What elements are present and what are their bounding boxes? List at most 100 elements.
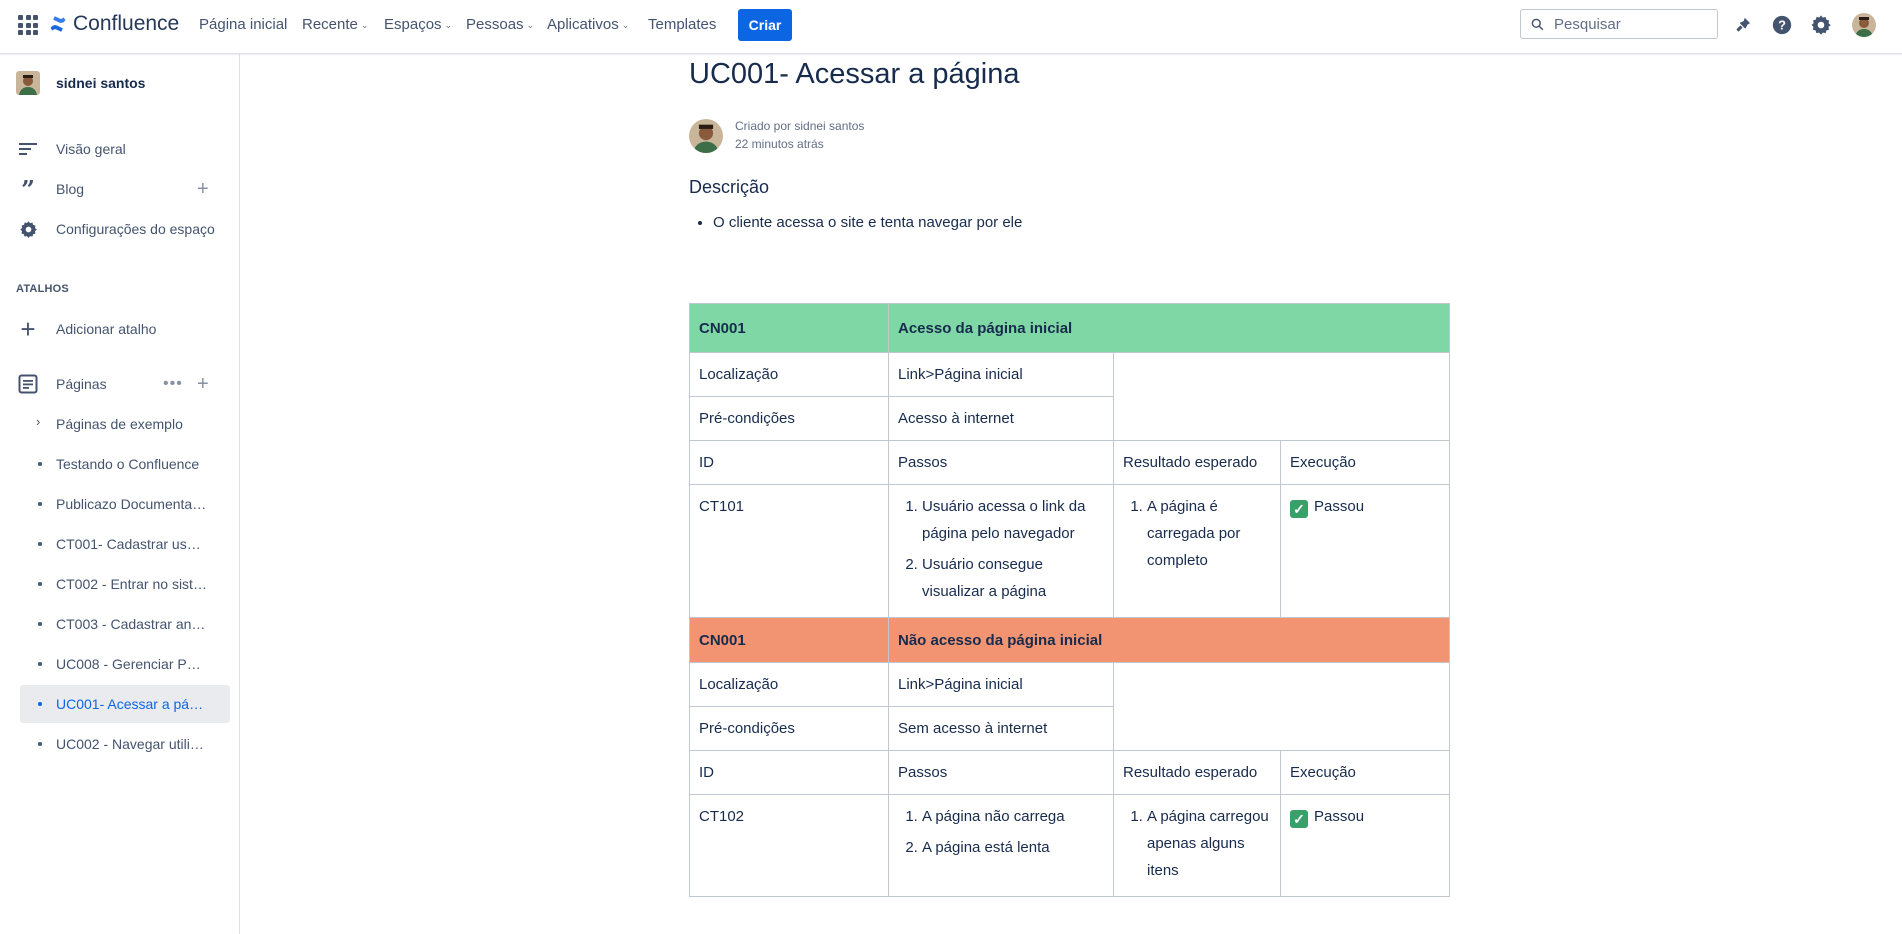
steps-cell: A página não carrega A página está lenta <box>888 794 1114 897</box>
page-tree-item[interactable]: CT001- Cadastrar usuá... <box>20 525 230 563</box>
precondition-label: Pré-condições <box>689 396 889 441</box>
location-value: Link>Página inicial <box>888 352 1114 397</box>
more-actions-icon[interactable]: ••• <box>163 375 183 393</box>
column-header-id: ID <box>689 440 889 485</box>
execution-status: Passou <box>1314 808 1365 825</box>
nav-templates-link[interactable]: Templates <box>648 16 716 33</box>
nav-people-label: Pessoas <box>466 16 524 33</box>
confluence-logo-icon <box>50 16 66 32</box>
app-switcher-icon[interactable] <box>18 15 38 35</box>
location-label: Localização <box>689 352 889 397</box>
nav-spaces-label: Espaços <box>384 16 442 33</box>
page-tree-item[interactable]: Testando o Confluence <box>20 445 230 483</box>
sidebar-item-overview[interactable]: Visão geral <box>0 135 239 163</box>
page-title: UC001- Acessar a página <box>689 58 1020 90</box>
column-header-steps: Passos <box>888 440 1114 485</box>
step-item: A página está lenta <box>922 834 1104 861</box>
create-button[interactable]: Criar <box>738 9 792 41</box>
table-row: ID Passos Resultado esperado Execução <box>689 440 1451 485</box>
sidebar-item-blog[interactable]: ” Blog + <box>0 175 239 204</box>
page-tree-label: Publicazo Documentaç... <box>56 496 208 512</box>
column-header-id: ID <box>689 750 889 795</box>
page-tree-item[interactable]: UC008 - Gerenciar Perfil <box>20 645 230 683</box>
page-tree-item-active[interactable]: UC001- Acessar a pági... <box>20 685 230 723</box>
add-shortcut-button[interactable]: + Adicionar atalho <box>0 314 239 344</box>
check-icon: ✓ <box>1290 500 1308 518</box>
empty-cell <box>1112 352 1451 441</box>
table-row: CT101 Usuário acessa o link da página pe… <box>689 484 1451 618</box>
scenario-header-row: CN001 Acesso da página inicial <box>689 303 1451 353</box>
column-header-expected: Resultado esperado <box>1113 750 1281 795</box>
test-case-table: CN001 Acesso da página inicial Localizaç… <box>689 303 1451 897</box>
expected-item: A página carregou apenas alguns itens <box>1147 803 1271 884</box>
description-item: O cliente acessa o site e tenta navegar … <box>713 214 1022 231</box>
created-time: 22 minutos atrás <box>735 137 824 151</box>
nav-templates-label: Templates <box>648 16 717 33</box>
scenario-header-row: CN001 Não acesso da página inicial <box>689 617 1451 663</box>
execution-cell: ✓ Passou <box>1279 794 1451 897</box>
expected-item: A página é carregada por completo <box>1147 493 1271 574</box>
nav-spaces-menu[interactable]: Espaços ⌄ <box>384 16 452 33</box>
search-box[interactable] <box>1520 9 1718 39</box>
chevron-right-icon[interactable]: › <box>36 414 40 429</box>
space-name: sidnei santos <box>56 75 146 91</box>
expected-cell: A página é carregada por completo <box>1113 484 1281 618</box>
add-shortcut-label: Adicionar atalho <box>56 321 157 337</box>
pages-icon <box>18 374 38 394</box>
page-tree-item[interactable]: › Páginas de exemplo <box>20 405 230 443</box>
bullet-icon <box>38 742 42 746</box>
precondition-value: Acesso à internet <box>888 396 1114 441</box>
confluence-logo[interactable]: Confluence <box>49 12 179 36</box>
add-page-icon[interactable]: + <box>197 373 209 396</box>
nav-home-link[interactable]: Página inicial <box>199 16 287 33</box>
sidebar-item-label: Visão geral <box>56 141 126 157</box>
page-tree-item[interactable]: CT002 - Entrar no siste... <box>20 565 230 603</box>
scenario-code: CN001 <box>689 303 889 353</box>
column-header-expected: Resultado esperado <box>1113 440 1281 485</box>
add-blog-icon[interactable]: + <box>197 178 209 201</box>
avatar[interactable] <box>1852 13 1876 37</box>
case-id: CT102 <box>689 794 889 897</box>
table-row: Localização Link>Página inicial <box>689 352 1451 441</box>
expected-cell: A página carregou apenas alguns itens <box>1113 794 1281 897</box>
location-label: Localização <box>689 662 889 707</box>
help-icon[interactable]: ? <box>1769 12 1795 38</box>
description-list: O cliente acessa o site e tenta navegar … <box>689 214 1022 231</box>
nav-recent-menu[interactable]: Recente ⌄ <box>302 16 368 33</box>
step-item: Usuário acessa o link da página pelo nav… <box>922 493 1104 547</box>
page-tree-label: CT002 - Entrar no siste... <box>56 576 208 592</box>
nav-people-menu[interactable]: Pessoas ⌄ <box>466 16 534 33</box>
page-tree-label: UC008 - Gerenciar Perfil <box>56 656 208 672</box>
nav-recent-label: Recente <box>302 16 358 33</box>
space-header[interactable]: sidnei santos <box>0 66 239 100</box>
space-sidebar: sidnei santos Visão geral ” Blog + Confi… <box>0 54 240 934</box>
page-tree-label: Páginas de exemplo <box>56 416 183 432</box>
page-tree-label: CT003 - Cadastrar anú... <box>56 616 208 632</box>
description-heading: Descrição <box>689 177 770 197</box>
sidebar-item-pages[interactable]: Páginas ••• + <box>0 370 239 398</box>
page-tree-item[interactable]: Publicazo Documentaç... <box>20 485 230 523</box>
page-tree-item[interactable]: UC002 - Navegar utiliz... <box>20 725 230 763</box>
bullet-icon <box>38 502 42 506</box>
execution-status: Passou <box>1314 498 1365 515</box>
notifications-icon[interactable] <box>1730 12 1756 38</box>
sidebar-item-space-settings[interactable]: Configurações do espaço <box>0 215 239 243</box>
nav-apps-menu[interactable]: Aplicativos ⌄ <box>547 16 629 33</box>
created-by[interactable]: Criado por sidnei santos <box>735 117 864 135</box>
bullet-icon <box>38 542 42 546</box>
author-avatar[interactable] <box>689 119 723 153</box>
svg-text:?: ? <box>1778 18 1786 33</box>
case-id: CT101 <box>689 484 889 618</box>
column-header-steps: Passos <box>888 750 1114 795</box>
check-icon: ✓ <box>1290 810 1308 828</box>
steps-cell: Usuário acessa o link da página pelo nav… <box>888 484 1114 618</box>
search-input[interactable] <box>1552 14 1716 34</box>
product-name: Confluence <box>73 12 180 35</box>
sidebar-item-label: Configurações do espaço <box>56 221 215 237</box>
settings-icon[interactable] <box>1808 12 1834 38</box>
execution-cell: ✓ Passou <box>1279 484 1451 618</box>
precondition-value: Sem acesso à internet <box>888 706 1114 751</box>
precondition-label: Pré-condições <box>689 706 889 751</box>
page-tree-item[interactable]: CT003 - Cadastrar anú... <box>20 605 230 643</box>
empty-cell <box>1112 662 1451 751</box>
